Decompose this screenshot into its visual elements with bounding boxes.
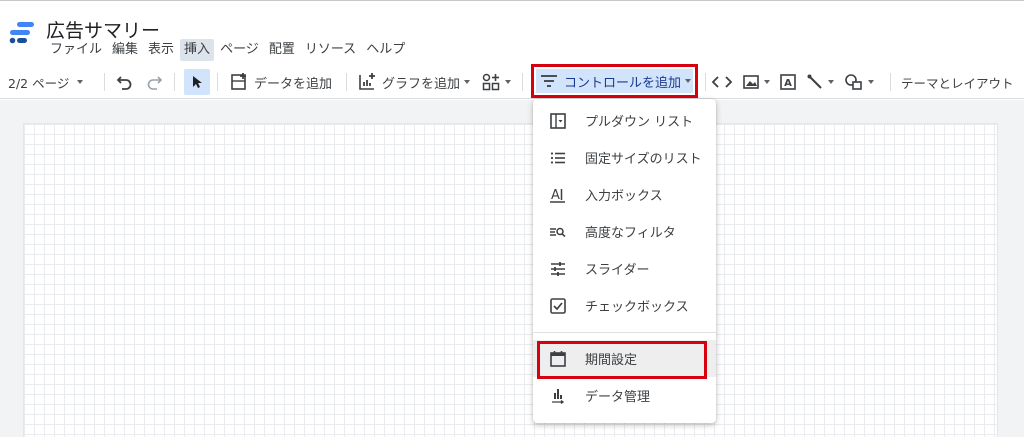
menu-item-dropdown-list[interactable]: プルダウン リスト [533,102,716,139]
chevron-down-icon [764,80,770,84]
input-box-icon: A [548,185,568,205]
insert-image-button[interactable] [742,65,770,99]
chevron-down-icon [828,80,834,84]
menu-view[interactable]: 表示 [144,39,178,61]
menu-help[interactable]: ヘルプ [362,39,409,61]
menu-insert[interactable]: 挿入 [180,39,215,61]
image-icon [743,75,759,89]
chevron-down-icon [505,80,511,84]
theme-layout-button[interactable]: テーマとレイアウト [901,65,1014,99]
checkbox-icon [548,296,568,316]
header: 広告サマリー ファイル 編集 表示 挿入 ページ 配置 リソース ヘルプ [0,3,1024,65]
undo-button[interactable] [116,65,134,99]
text-box-icon: A [780,74,796,90]
line-icon [807,74,822,89]
menu-item-checkbox[interactable]: チェックボックス [533,287,716,324]
chevron-down-icon [77,80,84,84]
redo-button[interactable] [145,65,163,99]
menu-arrange[interactable]: 配置 [265,39,299,61]
insert-line-button[interactable] [806,65,834,99]
page-selector[interactable]: 2/2 ページ [8,65,84,99]
chevron-down-icon [464,80,471,84]
advanced-filter-icon [548,222,568,242]
dropdown-list-icon [548,111,568,131]
svg-text:A: A [551,188,560,203]
data-control-icon [548,386,568,406]
select-tool-button[interactable] [184,69,210,95]
redo-icon [147,76,163,90]
insert-shape-button[interactable] [844,65,874,99]
menu-item-fixed-size-list[interactable]: 固定サイズのリスト [533,139,716,176]
toolbar: 2/2 ページ データを追加 グラフを追加 A テーマとレイアウト [0,65,1024,99]
shapes-icon [845,74,862,90]
menu-edit[interactable]: 編集 [108,39,142,61]
add-chart-icon [359,73,375,90]
insert-text-button[interactable]: A [779,65,797,99]
menu-bar: ファイル 編集 表示 挿入 ページ 配置 リソース ヘルプ [46,39,411,61]
undo-icon [116,76,132,90]
theme-layout-label: テーマとレイアウト [901,75,1014,91]
menu-divider [533,332,716,333]
menu-item-input-box[interactable]: A 入力ボックス [533,176,716,213]
list-icon [548,148,568,168]
code-icon [711,76,733,88]
add-data-label: データを追加 [254,76,333,92]
page-indicator: 2/2 ページ [8,75,70,91]
menu-item-advanced-filter[interactable]: 高度なフィルタ [533,213,716,250]
cursor-arrow-icon [193,76,202,88]
menu-page[interactable]: ページ [216,39,263,61]
chevron-down-icon [868,80,874,84]
add-control-button[interactable]: コントロールを追加 [531,64,698,98]
chevron-down-icon [685,79,692,83]
add-data-icon [231,73,246,90]
svg-text:A: A [784,78,792,89]
embed-url-button[interactable] [711,65,733,99]
add-component-button[interactable] [481,65,511,99]
menu-file[interactable]: ファイル [46,39,106,61]
filter-icon [541,75,557,87]
add-data-button[interactable]: データを追加 [229,65,332,99]
menu-item-slider[interactable]: スライダー [533,250,716,287]
add-control-label: コントロールを追加 [564,75,682,91]
menu-item-data-control[interactable]: データ管理 [533,377,716,414]
community-visualization-icon [482,73,500,91]
date-range-highlight-box [537,341,707,379]
report-canvas[interactable] [24,124,997,437]
menu-resource[interactable]: リソース [301,39,360,61]
looker-studio-logo-icon[interactable] [8,20,36,46]
slider-icon [548,259,568,279]
add-chart-button[interactable]: グラフを追加 [357,65,471,99]
add-chart-label: グラフを追加 [382,76,461,92]
